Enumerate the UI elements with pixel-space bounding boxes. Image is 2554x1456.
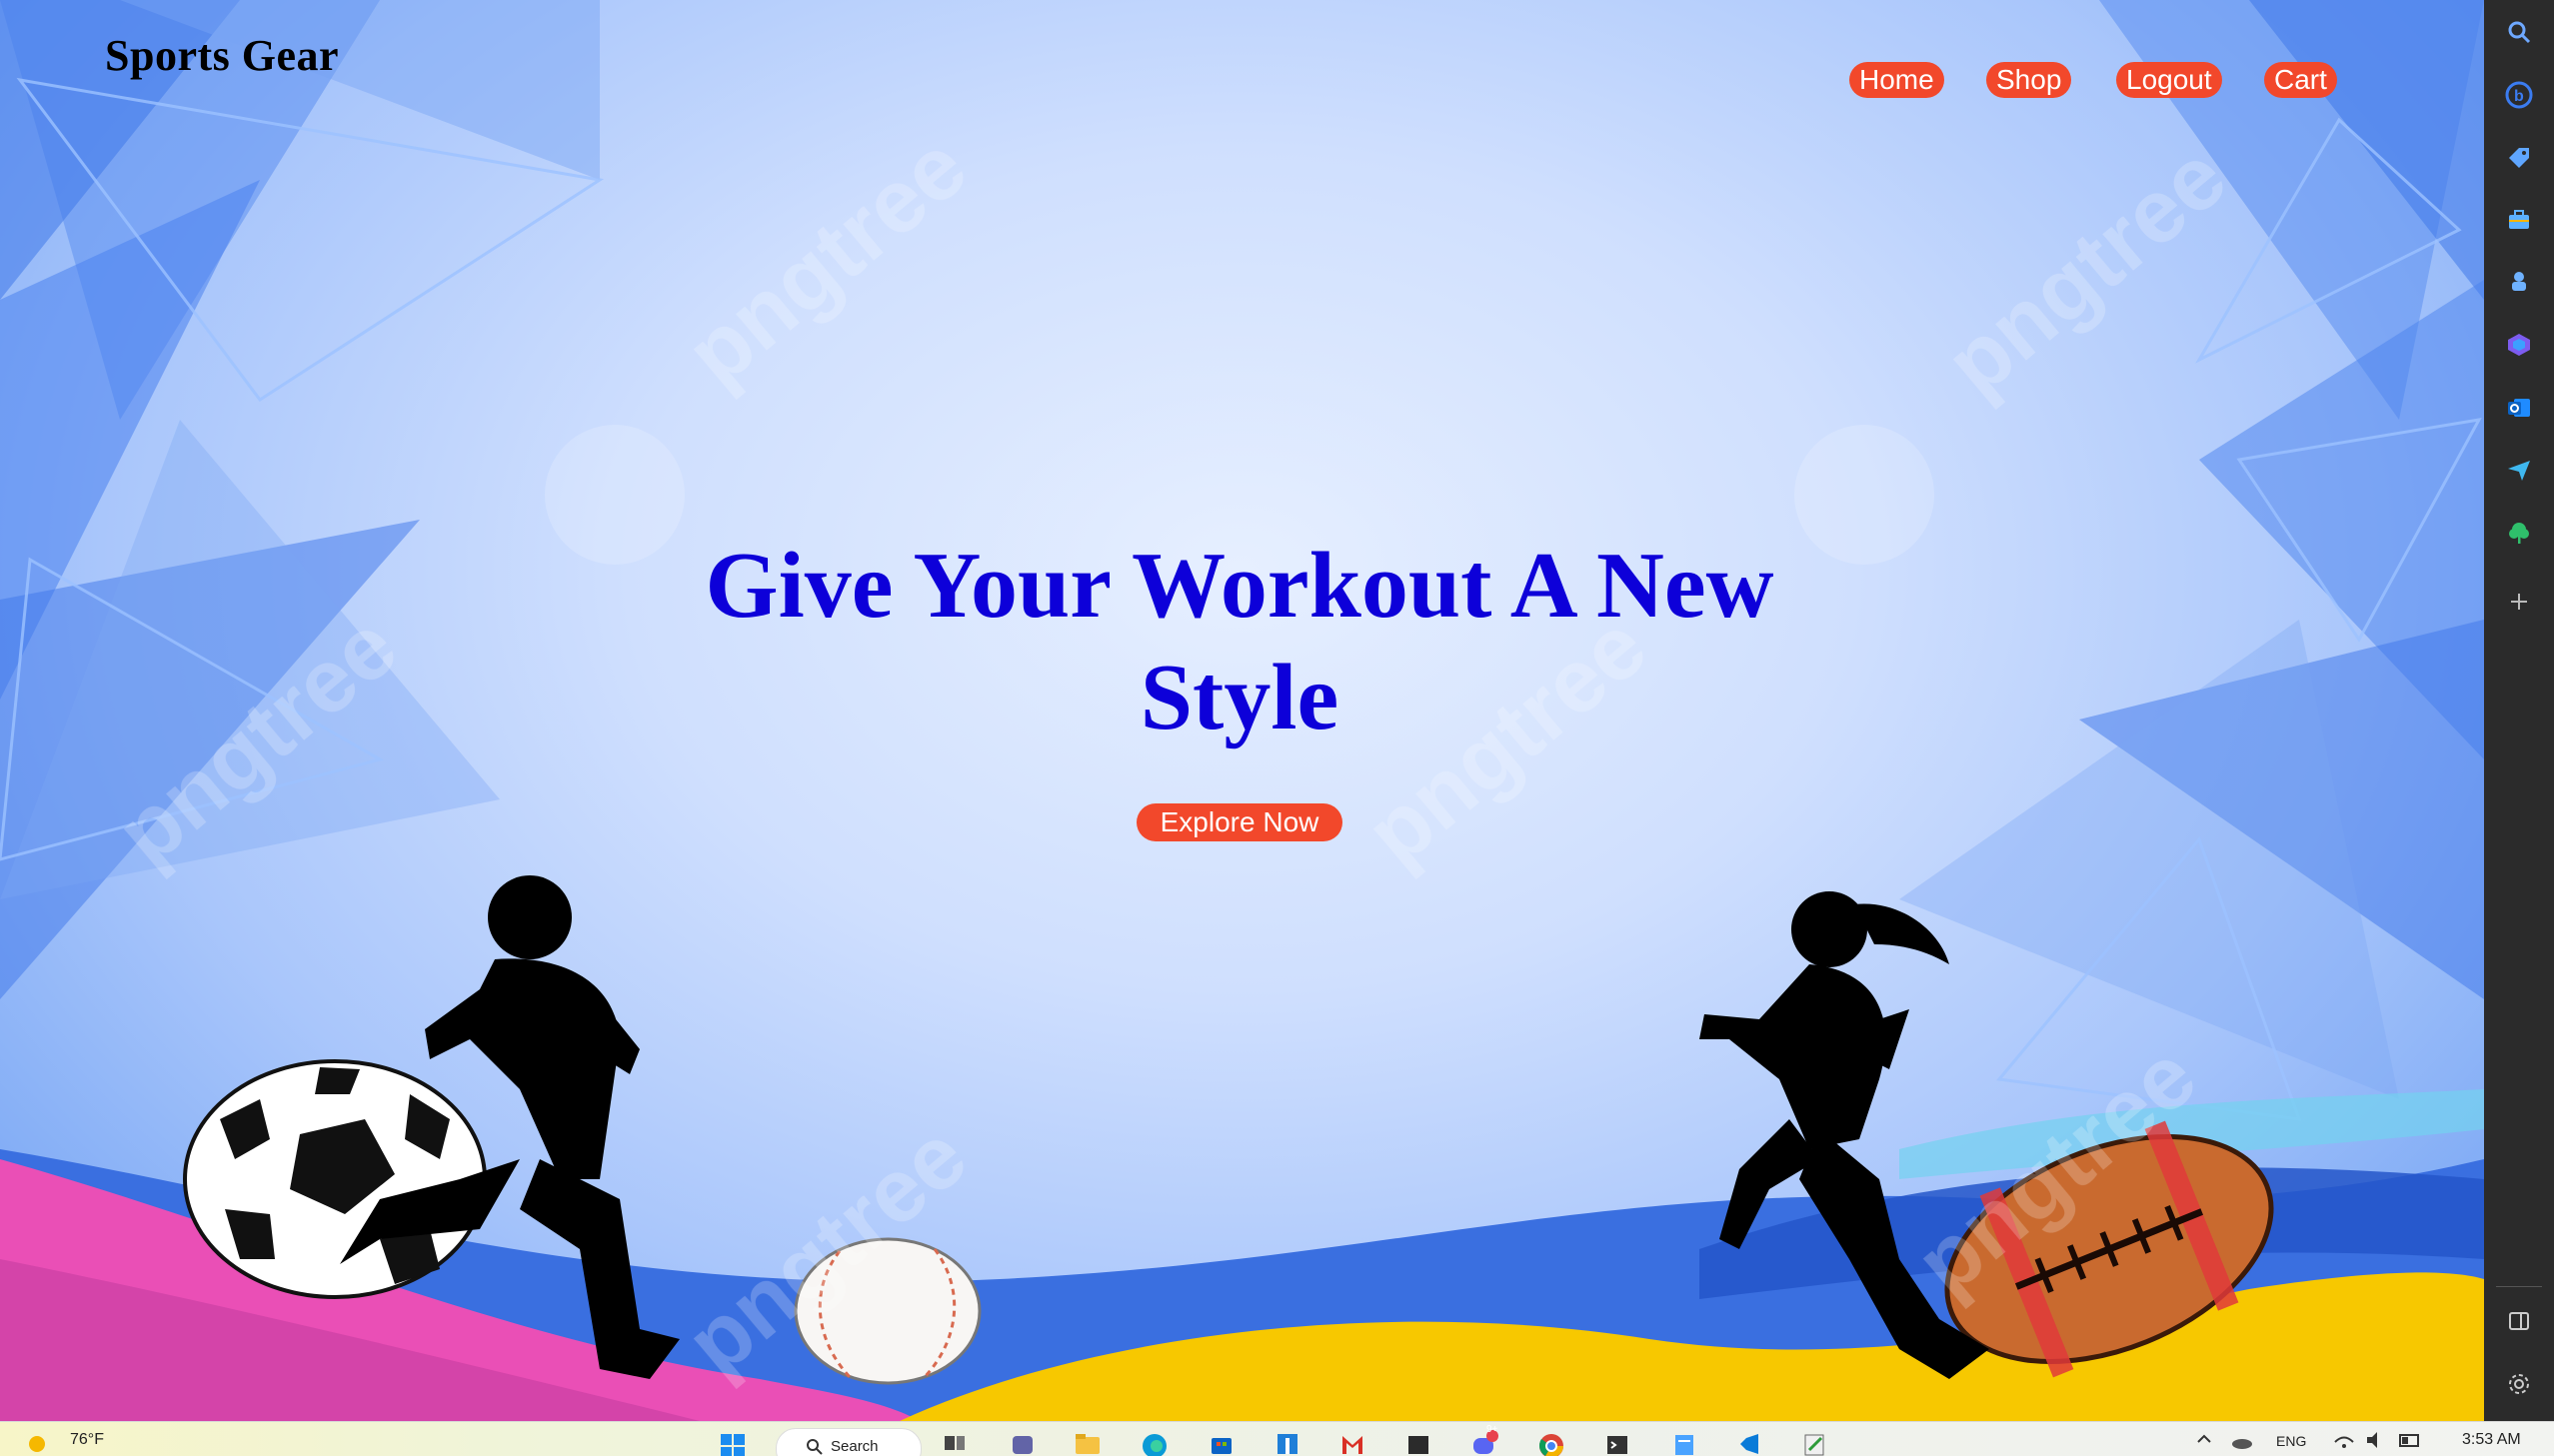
settings-icon[interactable]: [2499, 1364, 2539, 1404]
app-icon[interactable]: [1273, 1430, 1302, 1456]
terminal2-icon[interactable]: [1602, 1430, 1632, 1456]
notification-badge: 9+: [1486, 1424, 1498, 1435]
volume-icon[interactable]: [2361, 1430, 2391, 1456]
notepad-icon[interactable]: [1669, 1430, 1699, 1456]
edge-sidebar: b: [2484, 0, 2554, 1421]
discord-icon[interactable]: 9+: [1469, 1424, 1499, 1456]
search-icon[interactable]: [2499, 12, 2539, 52]
outlook-icon[interactable]: [2499, 388, 2539, 428]
store-icon[interactable]: [1207, 1430, 1237, 1456]
tag-icon[interactable]: [2499, 138, 2539, 178]
hero-section: Give Your Workout A New Style Explore No…: [640, 530, 1839, 841]
explore-now-button[interactable]: Explore Now: [1136, 803, 1343, 841]
nav-home-link[interactable]: Home: [1849, 62, 1944, 98]
copilot-icon[interactable]: [2499, 325, 2539, 365]
add-icon[interactable]: [2499, 582, 2539, 622]
tree-icon[interactable]: [2499, 513, 2539, 553]
nav-logout-link[interactable]: Logout: [2116, 62, 2222, 98]
editor-icon[interactable]: [1799, 1430, 1829, 1456]
taskbar-search-label: Search: [831, 1438, 879, 1455]
screen: pngtree pngtree pngtree pngtree pngtree …: [0, 0, 2554, 1456]
nav-shop-link[interactable]: Shop: [1986, 62, 2072, 98]
taskbar: 76°F Search 9+ ENG 3:53 AM: [0, 1421, 2554, 1456]
bing-icon[interactable]: b: [2499, 75, 2539, 115]
wifi-icon[interactable]: [2329, 1430, 2359, 1456]
edge-icon[interactable]: [1140, 1430, 1170, 1456]
svg-text:b: b: [2514, 88, 2524, 105]
task-view-icon[interactable]: [940, 1430, 970, 1456]
teams-icon[interactable]: [1008, 1430, 1038, 1456]
weather-temperature[interactable]: 76°F: [70, 1431, 104, 1449]
clock-time[interactable]: 3:53 AM: [2462, 1431, 2521, 1449]
terminal-icon[interactable]: [1403, 1430, 1433, 1456]
weather-icon[interactable]: [22, 1430, 52, 1456]
file-explorer-icon[interactable]: [1073, 1430, 1103, 1456]
sidebar-divider: [2496, 1286, 2542, 1287]
send-icon[interactable]: [2499, 450, 2539, 490]
nav-cart-link[interactable]: Cart: [2264, 62, 2337, 98]
page-viewport: pngtree pngtree pngtree pngtree pngtree …: [0, 0, 2484, 1421]
svg-text:pngtree: pngtree: [1928, 127, 2245, 416]
language-indicator[interactable]: ENG: [2276, 1433, 2306, 1449]
briefcase-icon[interactable]: [2499, 200, 2539, 240]
battery-icon[interactable]: [2395, 1430, 2425, 1456]
hero-title: Give Your Workout A New Style: [705, 534, 1774, 749]
search-icon: [807, 1439, 823, 1455]
start-icon[interactable]: [718, 1430, 748, 1456]
split-screen-icon[interactable]: [2499, 1301, 2539, 1341]
gmail-icon[interactable]: [1337, 1430, 1367, 1456]
games-icon[interactable]: [2499, 262, 2539, 302]
onedrive-icon[interactable]: [2227, 1430, 2257, 1456]
soccer-ball-image: [183, 1059, 487, 1299]
chevron-up-icon[interactable]: [2189, 1430, 2219, 1456]
vscode-icon[interactable]: [1734, 1430, 1764, 1456]
main-nav: Home Shop Logout Cart: [0, 62, 2484, 102]
watermark-text: pngtree: [669, 117, 986, 406]
taskbar-search-box[interactable]: Search: [776, 1428, 922, 1456]
chrome-icon[interactable]: [1536, 1430, 1566, 1456]
